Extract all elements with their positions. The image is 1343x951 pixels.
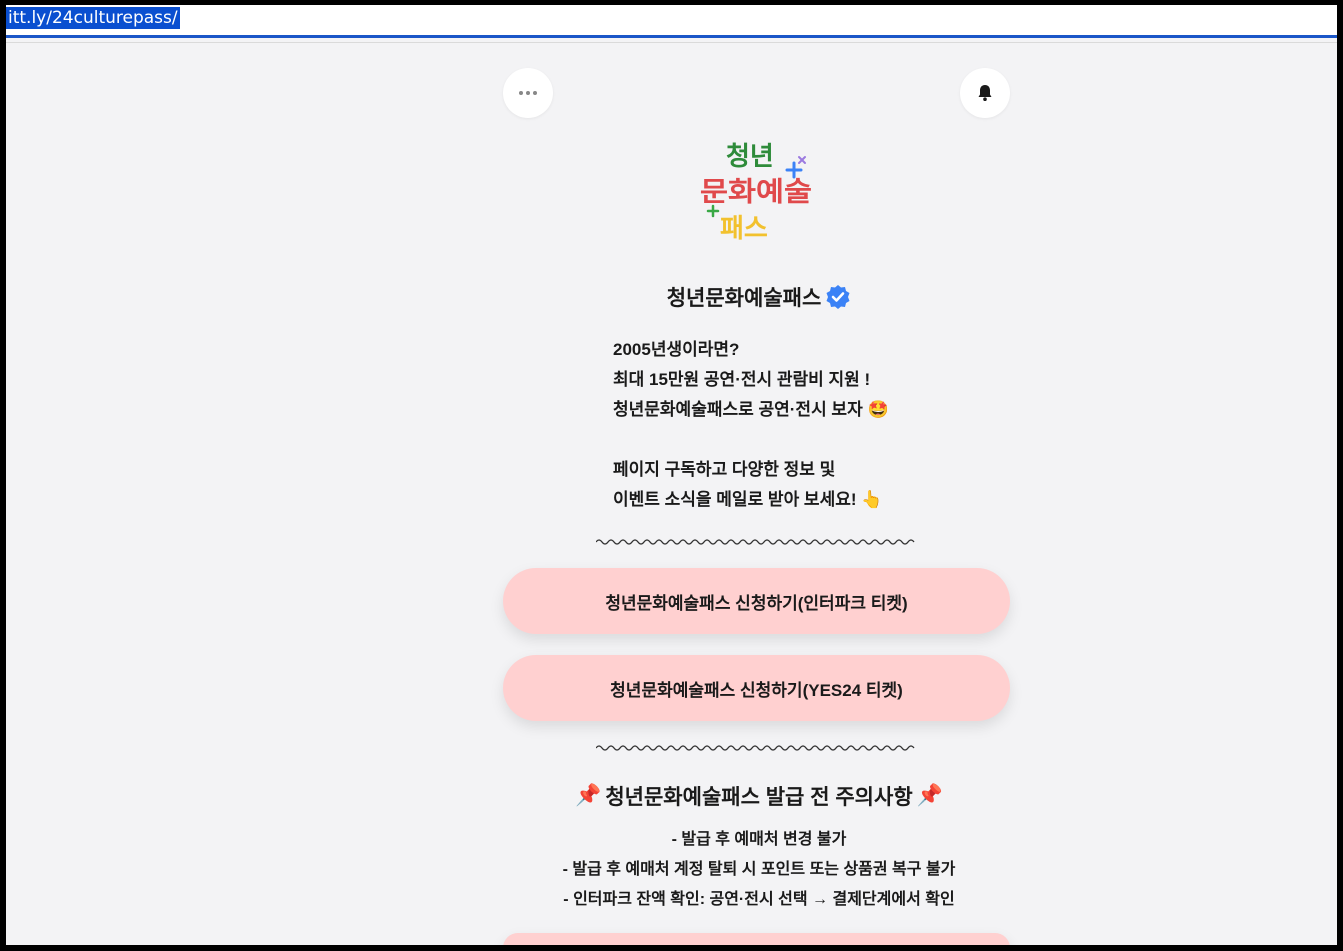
notice-item: - 발급 후 예매처 변경 불가 [671, 831, 847, 848]
notice-item: - 발급 후 예매처 계정 탈퇴 시 포인트 또는 상품권 복구 불가 [562, 861, 956, 878]
star-eyes-emoji-icon: 🤩 [867, 400, 889, 419]
more-dots-icon [519, 91, 537, 95]
notice-item: - 인터파크 잔액 확인: 공연·전시 선택 → 결제단계에서 확인 [563, 891, 955, 908]
wave-divider [596, 745, 915, 751]
link-button-yes24[interactable]: 청년문화예술패스 신청하기(YES24 티켓) [503, 655, 1010, 721]
profile-logo: 청년 문화예술 패스 [700, 142, 812, 244]
logo-line-3: 패스 [720, 214, 768, 244]
bell-icon [978, 85, 992, 101]
desc-line: 페이지 구독하고 다양한 정보 및 [613, 460, 836, 479]
url-text[interactable]: itt.ly/24culturepass/ [6, 7, 180, 29]
profile-name: 청년문화예술패스 [666, 287, 822, 310]
plus-blue-icon [785, 161, 803, 179]
wave-divider [596, 539, 915, 545]
subscribe-bell-button[interactable] [960, 68, 1010, 118]
pointing-hand-emoji-icon: 👆 [861, 490, 883, 509]
logo-line-2: 문화예술 [700, 177, 812, 208]
pin-icon: 📌 [916, 784, 943, 807]
notice-heading: 📌 청년문화예술패스 발급 전 주의사항 📌 [503, 781, 1015, 811]
address-bar[interactable]: itt.ly/24culturepass/ [6, 5, 1337, 38]
browser-frame: itt.ly/24culturepass/ 청년 문화예술 패스 청년문화예술패… [6, 5, 1337, 945]
divider [6, 42, 1337, 43]
desc-line: 이벤트 소식을 메일로 받아 보세요! 👆 [613, 485, 973, 515]
notice-list: - 발급 후 예매처 변경 불가 - 발급 후 예매처 계정 탈퇴 시 포인트 … [503, 825, 1015, 915]
more-menu-button[interactable] [503, 68, 553, 118]
logo-line-1: 청년 [726, 142, 774, 172]
profile-description: 2005년생이라면? 최대 15만원 공연·전시 관람비 지원 ! 청년문화예술… [613, 335, 973, 515]
desc-line: 청년문화예술패스로 공연·전시 보자 🤩 [613, 395, 973, 425]
link-button-interpark[interactable]: 청년문화예술패스 신청하기(인터파크 티켓) [503, 568, 1010, 634]
pin-icon: 📌 [575, 784, 602, 807]
cross-purple-icon [798, 156, 806, 164]
desc-line: 2005년생이라면? [613, 340, 740, 359]
link-button-partial[interactable] [503, 933, 1010, 945]
desc-line: 최대 15만원 공연·전시 관람비 지원 ! [613, 370, 871, 389]
verified-badge-icon [826, 285, 850, 309]
notice-title-text: 청년문화예술패스 발급 전 주의사항 [605, 786, 913, 809]
profile-title: 청년문화예술패스 [503, 282, 1015, 312]
